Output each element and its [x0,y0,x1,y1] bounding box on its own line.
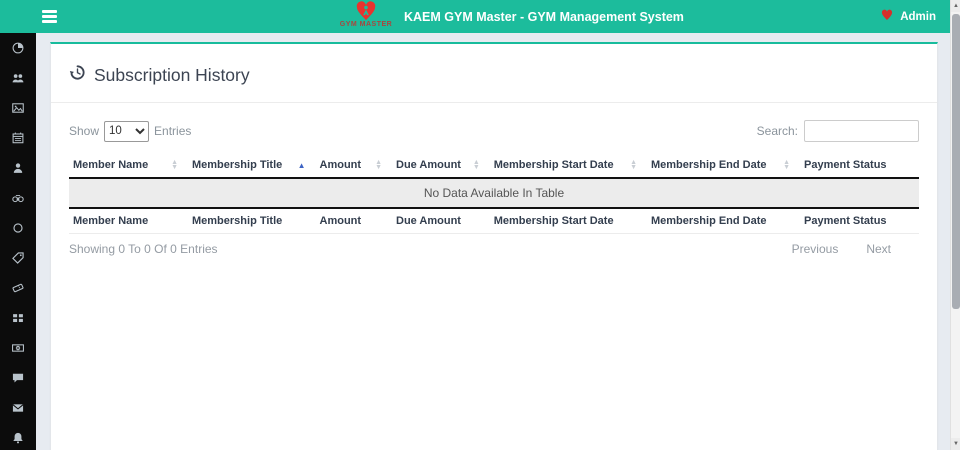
footer-column-membership-start-date: Membership Start Date [490,208,647,234]
empty-data-message: No Data Available In Table [69,178,919,208]
scrollbar-thumb[interactable] [952,14,960,309]
brand-logo: GYM MASTER [338,1,394,28]
tag-icon [11,251,25,265]
sidebar-item-users[interactable] [0,63,36,93]
sidebar-item-bell[interactable] [0,423,36,450]
sort-icon: ▲▼ [473,160,480,170]
sidebar-item-chat[interactable] [0,363,36,393]
top-header-bar: GYM MASTER KAEM GYM Master - GYM Managem… [0,0,950,33]
user-icon [11,161,25,175]
scroll-up-icon[interactable]: ▲ [951,0,960,12]
sidebar-item-grid[interactable] [0,303,36,333]
image-icon [11,101,25,115]
sidebar-nav [0,33,36,450]
sidebar-item-binoculars[interactable] [0,183,36,213]
column-header-membership-end-date[interactable]: Membership End Date ▲▼ [647,153,800,178]
column-label: Membership End Date [651,159,767,171]
sidebar-item-image[interactable] [0,93,36,123]
footer-column-member-name: Member Name [69,208,188,234]
chat-icon [11,371,25,385]
sort-icon: ▲▼ [171,160,178,170]
grid-icon [11,311,25,325]
users-icon [11,71,25,85]
sidebar-item-pie-chart[interactable] [0,33,36,63]
envelope-icon [11,401,25,415]
circle-icon [11,221,25,235]
subscription-history-card: Subscription History Show 10 Entries Sea… [50,42,938,450]
app-window: GYM MASTER KAEM GYM Master - GYM Managem… [0,0,960,450]
sidebar-item-calendar[interactable] [0,123,36,153]
sort-icon: ▲▼ [783,160,790,170]
scroll-down-icon[interactable]: ▼ [951,438,960,450]
footer-column-membership-end-date: Membership End Date [647,208,800,234]
column-header-payment-status: Payment Status [800,153,919,178]
footer-column-membership-title: Membership Title [188,208,316,234]
admin-label: Admin [900,11,936,23]
column-header-membership-title[interactable]: Membership Title ▲ [188,153,316,178]
previous-page-button[interactable]: Previous [792,242,839,256]
hamburger-menu-icon[interactable] [42,10,57,23]
table-footer-row: Member NameMembership TitleAmountDue Amo… [69,208,919,234]
sidebar-item-tag[interactable] [0,243,36,273]
sort-icon: ▲▼ [375,160,382,170]
page-size-select[interactable]: 10 [104,121,149,142]
column-header-due-amount[interactable]: Due Amount ▲▼ [392,153,490,178]
sidebar-item-user[interactable] [0,153,36,183]
sidebar-item-envelope[interactable] [0,393,36,423]
sort-asc-icon: ▲ [298,161,306,170]
binoculars-icon [11,191,25,205]
search-input[interactable] [804,120,919,142]
show-label: Show [69,124,99,138]
sort-icon: ▲▼ [630,160,637,170]
sidebar-item-money[interactable] [0,333,36,363]
footer-column-amount: Amount [316,208,393,234]
entries-label: Entries [154,124,191,138]
entries-info: Showing 0 To 0 Of 0 Entries [69,242,218,256]
footer-column-due-amount: Due Amount [392,208,490,234]
column-header-membership-start-date[interactable]: Membership Start Date ▲▼ [490,153,647,178]
brand-name: GYM MASTER [338,21,394,28]
column-label: Membership Start Date [494,159,614,171]
admin-logo-icon [881,8,893,26]
column-label: Due Amount [396,159,461,171]
subscriptions-table: Member Name▲▼Membership Title▲Amount▲▼Du… [69,153,919,234]
heart-logo-icon [338,1,394,21]
empty-data-row: No Data Available In Table [69,178,919,208]
table-header-row: Member Name▲▼Membership Title▲Amount▲▼Du… [69,153,919,178]
app-title: KAEM GYM Master - GYM Management System [404,0,684,33]
column-header-amount[interactable]: Amount ▲▼ [316,153,393,178]
page-title: Subscription History [94,65,250,86]
footer-column-payment-status: Payment Status [800,208,919,234]
heading-divider [51,102,937,103]
money-icon [11,341,25,355]
history-icon [69,64,86,86]
column-label: Payment Status [804,159,887,171]
column-header-member-name[interactable]: Member Name ▲▼ [69,153,188,178]
sidebar-item-circle[interactable] [0,213,36,243]
next-page-button[interactable]: Next [866,242,891,256]
vertical-scrollbar[interactable]: ▲ ▼ [950,0,960,450]
sidebar-item-ticket[interactable] [0,273,36,303]
search-label: Search: [757,124,798,138]
bell-icon [11,431,25,445]
pie-chart-icon [11,41,25,55]
column-label: Member Name [73,159,148,171]
admin-menu[interactable]: Admin [881,0,936,33]
ticket-icon [11,281,25,295]
calendar-icon [11,131,25,145]
column-label: Membership Title [192,159,282,171]
main-content: Subscription History Show 10 Entries Sea… [36,33,950,450]
column-label: Amount [320,159,362,171]
